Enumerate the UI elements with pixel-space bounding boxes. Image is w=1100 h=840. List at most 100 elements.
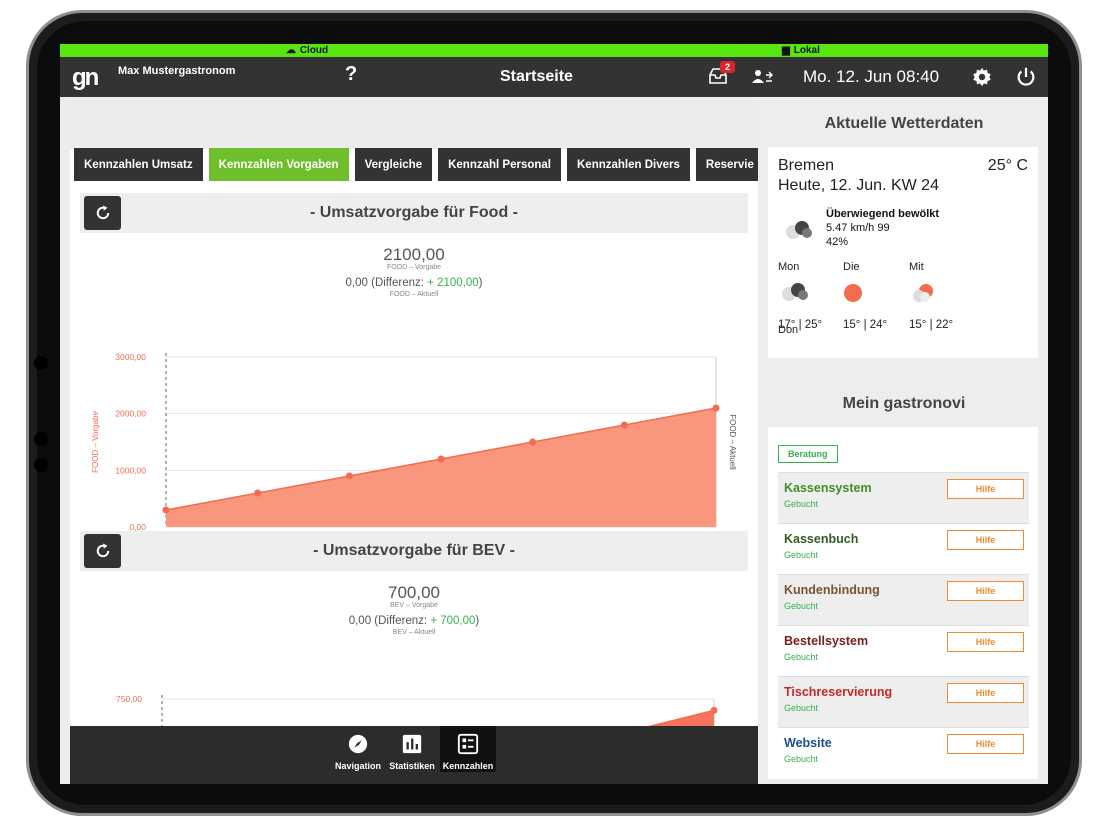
product-name: Bestellsystem xyxy=(784,634,869,648)
weather-widget: Bremen Heute, 12. Jun. KW 24 25° C Überw… xyxy=(768,147,1038,358)
hilfe-button[interactable]: Hilfe xyxy=(947,581,1024,601)
forecast-day-name: Mon xyxy=(778,261,800,273)
data-point xyxy=(437,455,445,463)
tabs-background xyxy=(70,97,758,149)
food-chart: 0,001000,002000,003000,0013.06.14.06.15.… xyxy=(91,352,737,546)
gear-icon[interactable] xyxy=(971,66,993,93)
weather-city: Bremen xyxy=(778,157,835,174)
nav-navigation[interactable]: Navigation xyxy=(330,732,386,771)
product-status: Gebucht xyxy=(784,652,819,662)
weather-condition: Überwiegend bewölkt xyxy=(826,208,940,220)
notification-badge: 2 xyxy=(720,61,736,73)
data-point xyxy=(712,404,720,412)
help-button[interactable]: ? xyxy=(345,63,357,86)
nav-statistiken[interactable]: Statistiken xyxy=(384,732,440,771)
hilfe-button[interactable]: Hilfe xyxy=(947,683,1024,703)
local-label: Lokal xyxy=(793,45,820,56)
compass-icon xyxy=(348,734,368,754)
food-panel-title: - Umsatzvorgabe für Food - xyxy=(309,204,518,221)
app-screen: ☁ Cloud ▆ Lokal gn Max Mustergastronom ?… xyxy=(60,44,1048,784)
data-point xyxy=(529,438,537,446)
tabs-bar: Kennzahlen Umsatz Kennzahlen Vorgaben Ve… xyxy=(74,148,758,181)
tab-reservierungen[interactable]: Reservie xyxy=(695,148,758,181)
bev-panel-header: - Umsatzvorgabe für BEV - xyxy=(80,531,748,571)
weather-wind: 5.47 km/h 99 xyxy=(826,222,890,234)
forecast-day-name: Mit xyxy=(909,261,924,273)
weather-condition-block: Überwiegend bewölkt 5.47 km/h 99 42% xyxy=(826,207,939,249)
data-point xyxy=(345,472,353,480)
tab-kennzahlen-divers[interactable]: Kennzahlen Divers xyxy=(567,148,690,181)
food-actual-label: FOOD – Aktuell xyxy=(389,291,439,298)
tab-kennzahlen-vorgaben[interactable]: Kennzahlen Vorgaben xyxy=(208,148,349,181)
bev-diff-value: + 700,00 xyxy=(430,615,476,627)
product-status: Gebucht xyxy=(784,550,819,560)
forecast-temp: 15° | 24° xyxy=(843,319,888,331)
product-name: Website xyxy=(784,736,832,750)
beratung-button[interactable]: Beratung xyxy=(778,445,838,463)
gastronovi-logo[interactable]: gn xyxy=(72,64,99,92)
bev-diff-prefix: 0,00 (Differenz: xyxy=(348,615,431,627)
food-target-value: 2100,00 xyxy=(383,245,445,264)
top-bar: gn Max Mustergastronom ? Startseite 2 Mo… xyxy=(60,57,1048,97)
bev-target-label: BEV – Vorgabe xyxy=(390,602,438,609)
product-status: Gebucht xyxy=(784,754,819,764)
product-status: Gebucht xyxy=(784,703,819,713)
printer-icon: ▆ xyxy=(782,45,790,56)
datetime-display: Mo. 12. Jun 08:40 xyxy=(803,67,940,86)
bev-panel-title: - Umsatzvorgabe für BEV - xyxy=(313,542,515,559)
weather-date: Heute, 12. Jun. KW 24 xyxy=(778,177,939,194)
y-tick-label: 1000,00 xyxy=(115,465,146,475)
tab-kennzahl-personal[interactable]: Kennzahl Personal xyxy=(438,148,561,181)
cloud-icon xyxy=(786,221,812,239)
connection-status-bar: ☁ Cloud ▆ Lokal xyxy=(60,44,1048,57)
food-diff: 0,00 (Differenz: + 2100,00) xyxy=(80,277,748,289)
power-icon[interactable] xyxy=(1015,66,1037,93)
weather-humidity: 42% xyxy=(826,236,849,248)
product-row: Kassensystem Gebucht Hilfe xyxy=(778,472,1029,523)
tab-vergleiche[interactable]: Vergleiche xyxy=(354,148,433,181)
hilfe-button[interactable]: Hilfe xyxy=(947,530,1024,550)
cloud-icon xyxy=(782,283,808,301)
food-diff-value: + 2100,00 xyxy=(427,277,479,289)
food-panel-header: - Umsatzvorgabe für Food - xyxy=(80,193,748,233)
bev-diff: 0,00 (Differenz: + 700,00) xyxy=(80,615,748,627)
product-row: Kundenbindung Gebucht Hilfe xyxy=(778,574,1029,625)
bev-diff-suffix: ) xyxy=(475,615,480,627)
sun-icon xyxy=(844,284,862,302)
local-status: ▆ Lokal xyxy=(554,44,1048,57)
data-point xyxy=(162,506,170,514)
y2-axis-title: FOOD – Aktuell xyxy=(728,414,737,470)
product-status: Gebucht xyxy=(784,601,819,611)
user-name: Max Mustergastronom xyxy=(118,65,236,77)
user-switch-icon[interactable] xyxy=(752,69,774,90)
hilfe-button[interactable]: Hilfe xyxy=(947,632,1024,652)
area-series xyxy=(166,408,716,527)
hilfe-button[interactable]: Hilfe xyxy=(947,479,1024,499)
cloud-label: Cloud xyxy=(299,45,329,56)
y-tick-label: 750,00 xyxy=(116,694,142,704)
hilfe-button[interactable]: Hilfe xyxy=(947,734,1024,754)
bottom-navigation: Navigation Statistiken Kennzahlen xyxy=(70,726,758,784)
forecast-next-day: Don xyxy=(778,324,799,336)
product-name: Kassenbuch xyxy=(784,532,859,546)
hardware-button xyxy=(34,458,48,472)
nav-kennzahlen-label: Kennzahlen xyxy=(442,761,494,771)
nav-kennzahlen[interactable]: Kennzahlen xyxy=(440,726,496,772)
y-axis-title: FOOD – Vorgabe xyxy=(91,411,100,473)
bev-actual-label: BEV – Aktuell xyxy=(392,629,436,636)
product-status: Gebucht xyxy=(784,499,819,509)
camera-dot xyxy=(34,356,48,370)
tab-kennzahlen-umsatz[interactable]: Kennzahlen Umsatz xyxy=(74,148,203,181)
product-row: Kassenbuch Gebucht Hilfe xyxy=(778,523,1029,574)
dashboard-icon xyxy=(457,733,479,755)
data-point xyxy=(254,489,262,497)
product-row: Bestellsystem Gebucht Hilfe xyxy=(778,625,1029,676)
forecast-day: Mit 15° | 22° xyxy=(909,261,969,331)
hardware-button xyxy=(34,432,48,446)
forecast-day: Die 15° | 24° xyxy=(843,261,903,331)
data-point xyxy=(710,706,718,714)
product-name: Tischreservierung xyxy=(784,685,893,699)
product-name: Kundenbindung xyxy=(784,583,880,597)
forecast-day-name: Die xyxy=(843,261,860,273)
weather-temperature: 25° C xyxy=(987,157,1028,174)
